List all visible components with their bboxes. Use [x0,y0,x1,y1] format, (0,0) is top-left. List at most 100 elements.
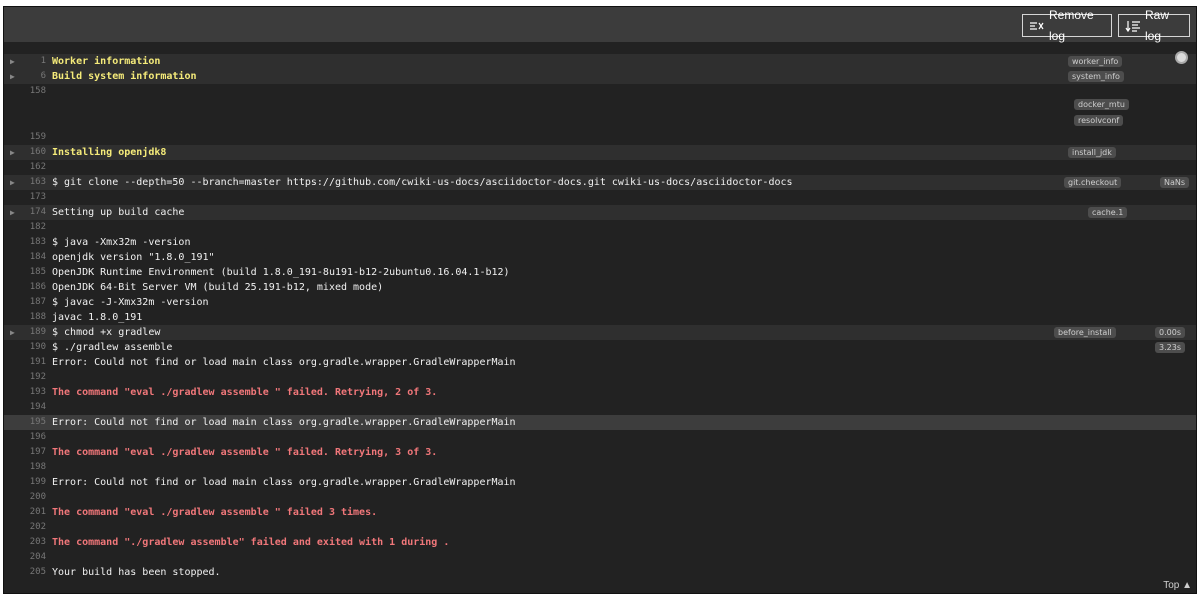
line-number[interactable]: 200 [22,490,46,505]
line-number[interactable]: 159 [22,130,46,145]
log-fold-worker-info[interactable]: ▶ 1 Worker information worker_info [4,54,1196,69]
log-text: Your build has been stopped. [52,567,221,578]
log-text: javac 1.8.0_191 [52,312,143,323]
tag-docker-mtu: docker_mtu [1074,99,1129,110]
tag-before-install: before_install [1054,327,1116,338]
fold-arrow-icon: ▶ [10,148,15,157]
log-text: Installing openjdk8 [52,147,167,158]
log-line-201: 201 The command "eval ./gradlew assemble… [4,505,1196,520]
line-number[interactable]: 160 [22,145,46,160]
line-number[interactable]: 205 [22,565,46,580]
line-number[interactable]: 201 [22,505,46,520]
log-text: Build system information [52,71,197,82]
log-text: The command "./gradlew assemble" failed … [52,537,450,548]
log-fold-install-jdk[interactable]: ▶ 160 Installing openjdk8 install_jdk [4,145,1196,160]
line-number[interactable]: 186 [22,280,46,295]
line-number[interactable]: 203 [22,535,46,550]
scroll-to-top-link[interactable]: Top ▲ [1163,580,1192,591]
log-text: Setting up build cache [52,207,185,218]
log-line-193: 193 The command "eval ./gradlew assemble… [4,385,1196,400]
log-line-196: 196 [4,430,1196,445]
line-number[interactable]: 188 [22,310,46,325]
caret-up-icon: ▲ [1182,580,1192,591]
log-line-195-highlighted: 195 Error: Could not find or load main c… [4,415,1196,430]
remove-log-label: Remove log [1049,7,1094,43]
line-number[interactable]: 192 [22,370,46,385]
log-text: Error: Could not find or load main class… [52,477,516,488]
fold-arrow-icon: ▶ [10,208,15,217]
raw-log-button[interactable]: Raw log [1118,8,1190,43]
log-text: The command "eval ./gradlew assemble " f… [52,447,438,458]
line-number[interactable]: 174 [22,205,46,220]
log-text: OpenJDK Runtime Environment (build 1.8.0… [52,267,510,278]
line-number[interactable]: 173 [22,190,46,205]
log-fold-before-install[interactable]: ▶ 189 $ chmod +x gradlew before_install … [4,325,1196,340]
log-fold-build-system-info[interactable]: ▶ 6 Build system information system_info [4,69,1196,84]
line-number[interactable]: 158 [22,84,46,99]
line-number[interactable]: 184 [22,250,46,265]
line-number[interactable]: 204 [22,550,46,565]
line-number[interactable]: 162 [22,160,46,175]
line-number[interactable]: 196 [22,430,46,445]
log-line-192: 192 [4,370,1196,385]
tag-install-jdk: install_jdk [1068,147,1116,158]
line-number[interactable]: 189 [22,325,46,340]
line-number[interactable]: 163 [22,175,46,190]
log-text: $ java -Xmx32m -version [52,237,191,248]
log-text: The command "eval ./gradlew assemble " f… [52,507,378,518]
log-line-184: 184 openjdk version "1.8.0_191" [4,250,1196,265]
line-number[interactable]: 187 [22,295,46,310]
line-number[interactable]: 193 [22,385,46,400]
log-line-188: 188 javac 1.8.0_191 [4,310,1196,325]
line-number[interactable]: 191 [22,355,46,370]
log-line-194: 194 [4,400,1196,415]
log-line-199: 199 Error: Could not find or load main c… [4,475,1196,490]
log-text: $ javac -J-Xmx32m -version [52,297,209,308]
tag-before-install-time: 0.00s [1155,327,1185,338]
tag-system-info: system_info [1068,71,1124,82]
log-line-173: 173 [4,190,1196,205]
line-number[interactable]: 202 [22,520,46,535]
log-line-159: 159 [4,130,1196,145]
log-line-158: 158 docker_mtu resolvconf [4,84,1196,130]
log-text: $ ./gradlew assemble [52,342,173,353]
log-text: Error: Could not find or load main class… [52,417,516,428]
line-number[interactable]: 190 [22,340,46,355]
log-line-187: 187 $ javac -J-Xmx32m -version [4,295,1196,310]
line-number[interactable]: 195 [22,415,46,430]
fold-arrow-icon: ▶ [10,57,15,66]
log-text: openjdk version "1.8.0_191" [52,252,215,263]
tag-resolvconf: resolvconf [1074,115,1124,126]
follow-log-toggle[interactable] [1175,51,1188,64]
log-line-198: 198 [4,460,1196,475]
remove-log-icon [1029,19,1045,33]
tag-cache: cache.1 [1088,207,1128,218]
line-number[interactable]: 197 [22,445,46,460]
line-number[interactable]: 182 [22,220,46,235]
line-number[interactable]: 198 [22,460,46,475]
line-number[interactable]: 183 [22,235,46,250]
line-number[interactable]: 6 [22,69,46,84]
log-line-182: 182 [4,220,1196,235]
log-line-183: 183 $ java -Xmx32m -version [4,235,1196,250]
log-text: The command "eval ./gradlew assemble " f… [52,387,438,398]
raw-log-icon [1125,19,1141,33]
log-fold-git-checkout[interactable]: ▶ 163 $ git clone --depth=50 --branch=ma… [4,175,1196,190]
log-line-205: 205 Your build has been stopped. [4,565,1196,580]
log-line-162: 162 [4,160,1196,175]
log-fold-cache[interactable]: ▶ 174 Setting up build cache cache.1 [4,205,1196,220]
tag-git-checkout: git.checkout [1064,177,1122,188]
log-line-200: 200 [4,490,1196,505]
tag-nans: NaNs [1160,177,1190,188]
line-number[interactable]: 199 [22,475,46,490]
log-text: $ chmod +x gradlew [52,327,161,338]
log-line-197: 197 The command "eval ./gradlew assemble… [4,445,1196,460]
remove-log-button[interactable]: Remove log [1022,8,1112,43]
fold-arrow-icon: ▶ [10,328,15,337]
log-line-191: 191 Error: Could not find or load main c… [4,355,1196,370]
log-line-190: 190 $ ./gradlew assemble 3.23s [4,340,1196,355]
line-number[interactable]: 1 [22,54,46,69]
log-text: $ git clone --depth=50 --branch=master h… [52,177,793,188]
line-number[interactable]: 185 [22,265,46,280]
line-number[interactable]: 194 [22,400,46,415]
